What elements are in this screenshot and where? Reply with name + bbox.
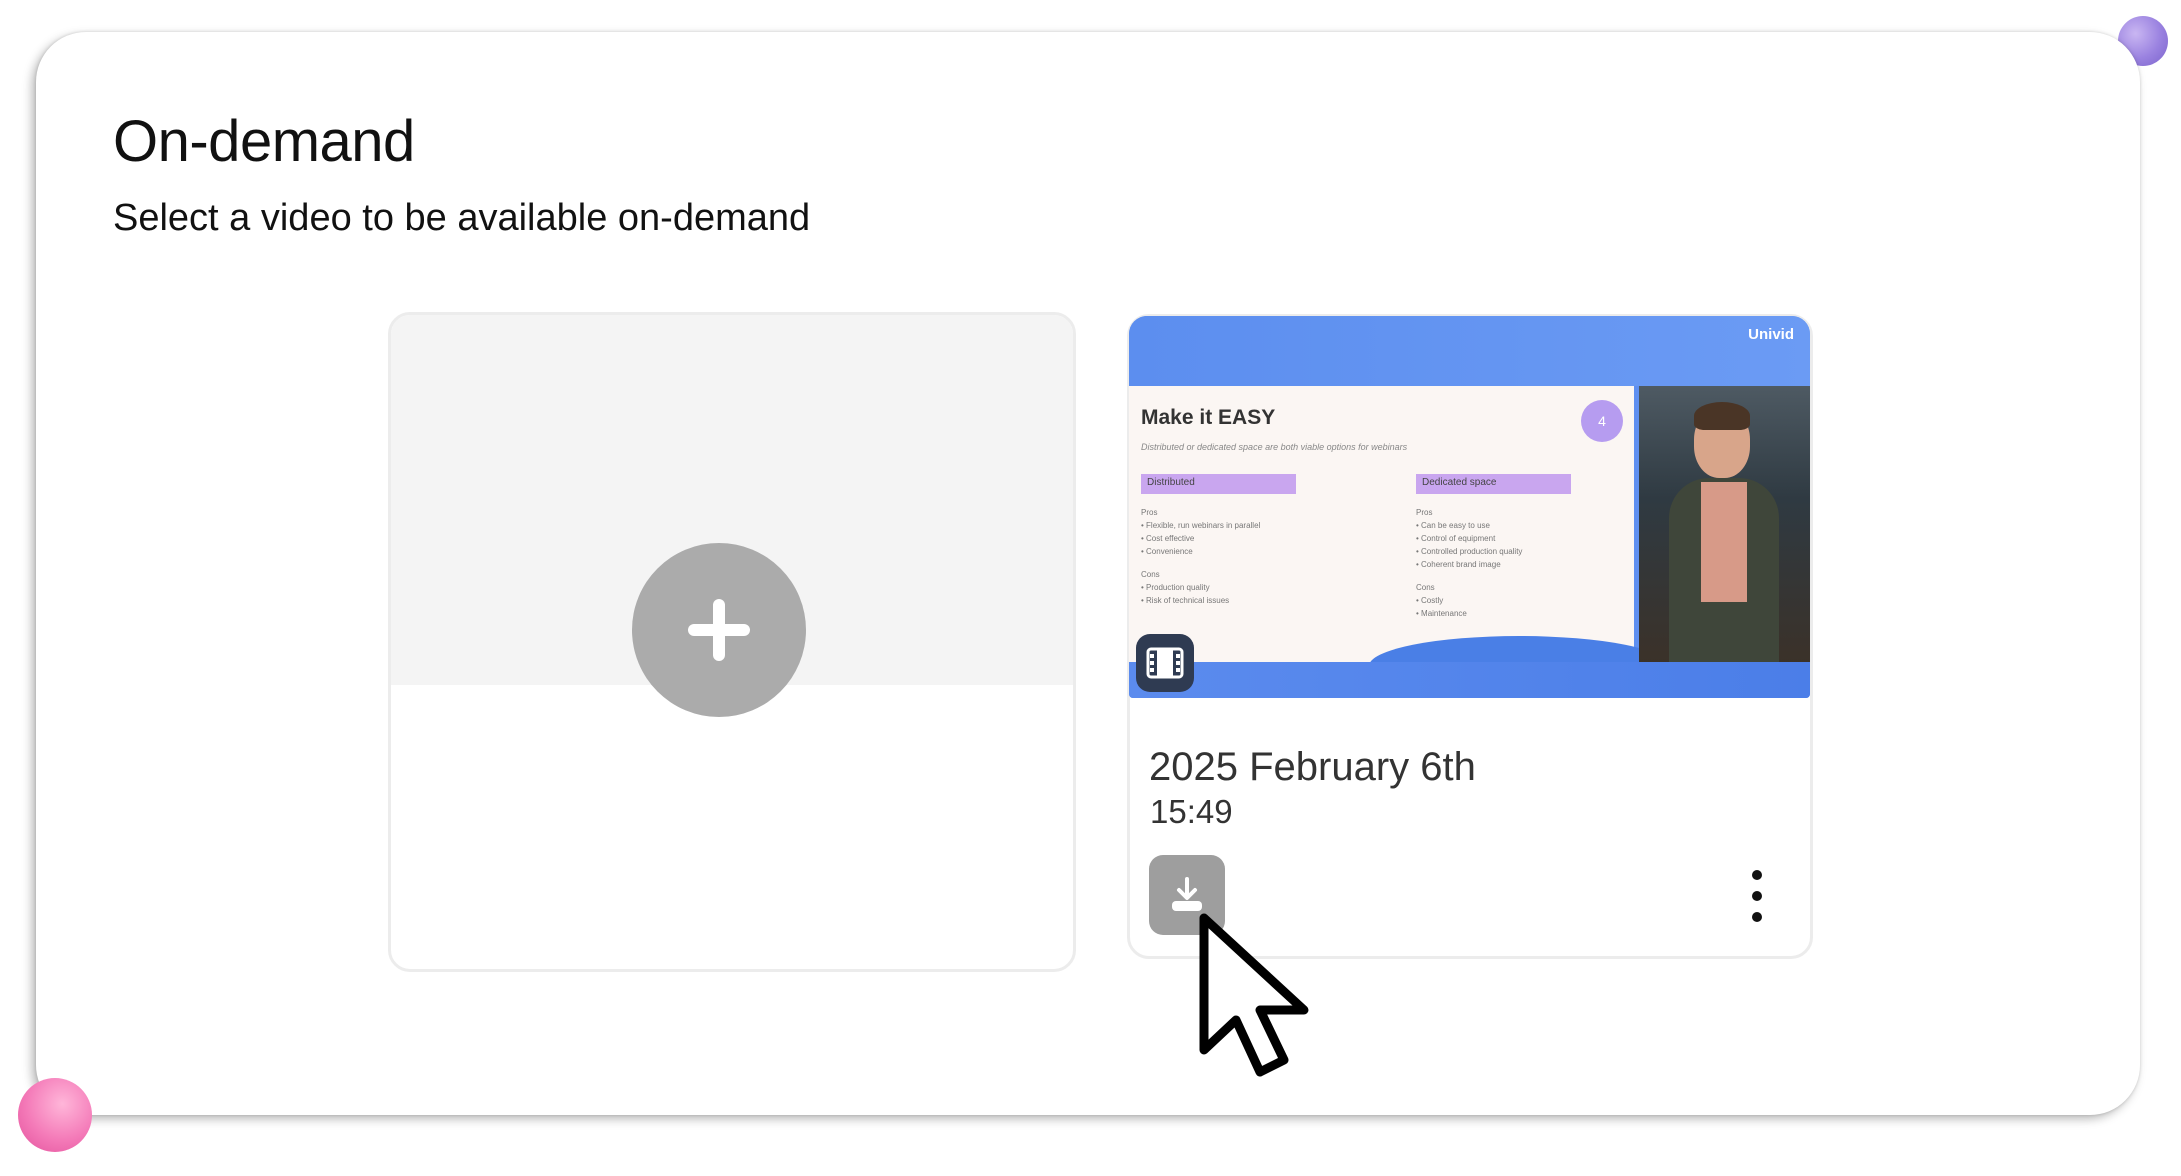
more-vertical-icon <box>1752 870 1762 880</box>
add-video-button[interactable] <box>632 543 806 717</box>
slide-col-distributed: Distributed <box>1141 474 1296 494</box>
page-subtitle: Select a video to be available on-demand <box>113 197 811 239</box>
video-time: 15:49 <box>1150 793 1233 830</box>
slide-bullets-right: Pros • Can be easy to use • Control of e… <box>1416 508 1523 618</box>
decorative-orb-bottom <box>18 1078 92 1152</box>
univid-logo: Univid <box>1748 326 1794 343</box>
slide-title: Make it EASY <box>1141 406 1276 429</box>
slide-preview: Make it EASY Distributed or dedicated sp… <box>1129 386 1669 696</box>
video-date: 2025 February 6th <box>1149 745 1476 789</box>
slide-subtitle: Distributed or dedicated space are both … <box>1141 442 1408 452</box>
film-icon <box>1136 634 1194 692</box>
more-options-button[interactable] <box>1740 870 1774 922</box>
slide-col-dedicated: Dedicated space <box>1416 474 1571 494</box>
page-title: On-demand <box>113 109 415 174</box>
presenter-video <box>1639 386 1810 678</box>
plus-icon <box>688 599 750 661</box>
slide-number-badge: 4 <box>1581 400 1623 442</box>
video-thumbnail[interactable]: Univid Make it EASY Distributed or dedic… <box>1129 316 1810 698</box>
on-demand-panel <box>36 32 2140 1115</box>
download-icon <box>1172 877 1202 911</box>
slide-bullets-left: Pros • Flexible, run webinars in paralle… <box>1141 508 1261 605</box>
mouse-pointer-icon <box>1199 913 1309 1077</box>
